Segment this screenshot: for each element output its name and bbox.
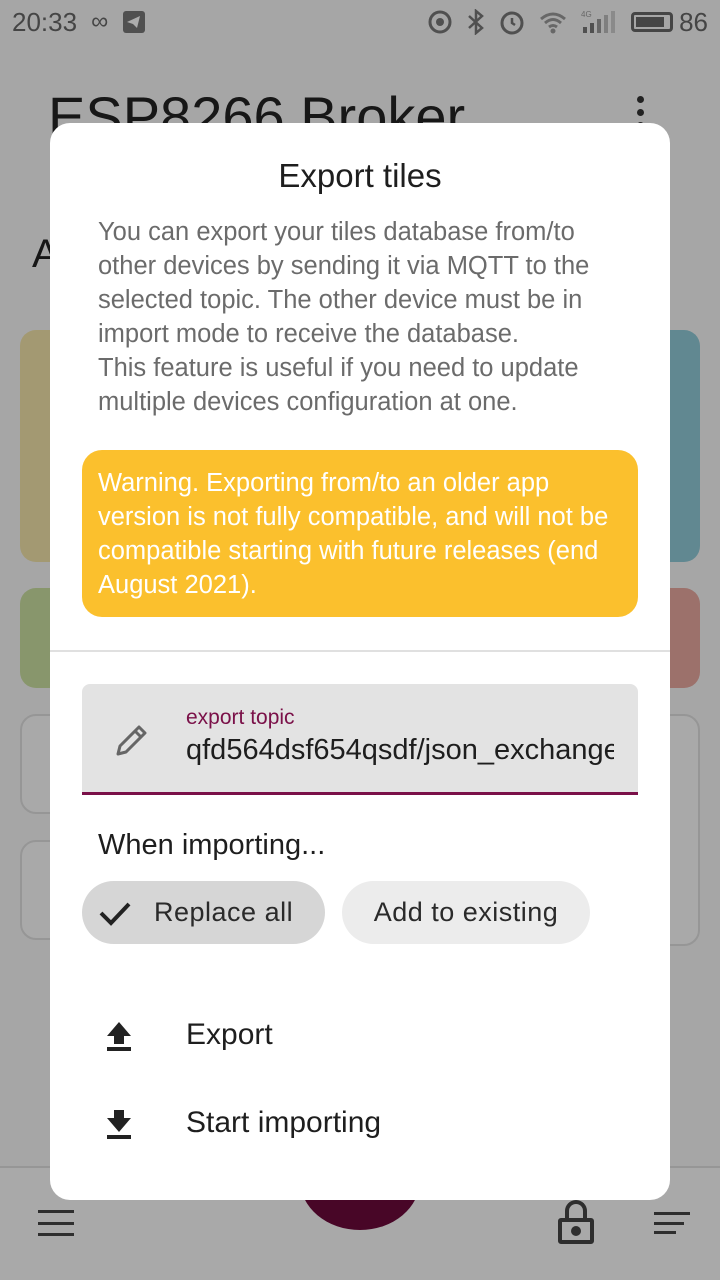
start-importing-action[interactable]: Start importing: [50, 1084, 670, 1164]
upload-icon: [107, 1022, 131, 1051]
add-to-existing-chip[interactable]: Add to existing: [342, 881, 590, 944]
export-topic-label: export topic: [186, 706, 295, 729]
replace-all-chip[interactable]: Replace all: [82, 881, 325, 944]
export-topic-field[interactable]: export topic qfd564dsf654qsdf/json_excha…: [82, 684, 638, 795]
dialog-title: Export tiles: [278, 157, 442, 194]
export-topic-input[interactable]: qfd564dsf654qsdf/json_exchange: [186, 734, 614, 767]
export-label: Export: [186, 1018, 273, 1051]
add-to-existing-label: Add to existing: [373, 897, 559, 927]
start-importing-label: Start importing: [186, 1106, 382, 1139]
pencil-icon: [116, 725, 147, 756]
divider: [50, 650, 670, 652]
download-icon: [107, 1110, 131, 1139]
import-mode-label: When importing...: [98, 829, 326, 861]
warning-banner: Warning. Exporting from/to an older app …: [82, 450, 638, 617]
dialog-description: You can export your tiles database from/…: [98, 218, 590, 416]
replace-all-label: Replace all: [154, 897, 294, 927]
export-tiles-dialog: Export tiles You can export your tiles d…: [50, 123, 670, 1200]
export-action[interactable]: Export: [50, 996, 670, 1076]
check-icon: [99, 902, 131, 926]
